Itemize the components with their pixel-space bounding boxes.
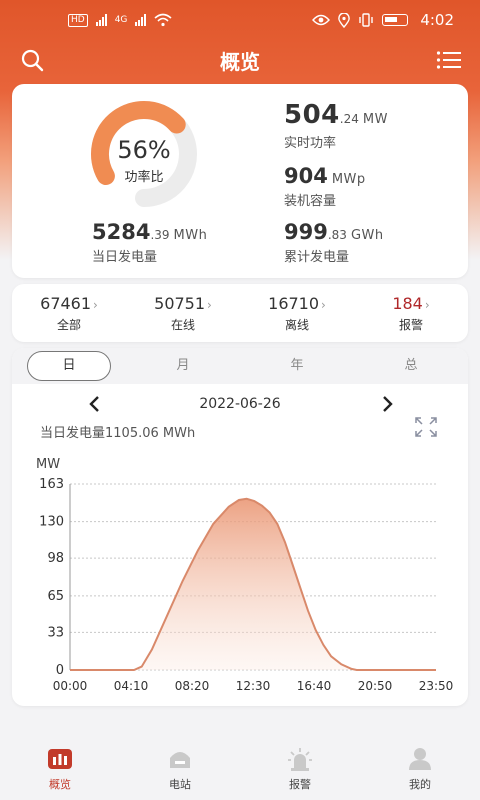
hd-badge: HD [68, 13, 88, 27]
selected-date[interactable]: 2022-06-26 [12, 392, 468, 416]
station-counts-card: 67461 › 全部 50751 › 在线 16710 › 离线 184 › 报警 [12, 284, 468, 342]
count-alarm[interactable]: 184 › 报警 [354, 284, 468, 342]
wifi-icon [154, 13, 172, 27]
total-gen-label: 累计发电量 [284, 250, 350, 265]
page-title: 概览 [220, 49, 260, 74]
realtime-power: 504.24 MW 实时功率 [284, 100, 388, 151]
app-header: 概览 [0, 40, 480, 80]
x-tick-label: 23:50 [419, 679, 454, 693]
x-tick-label: 12:30 [236, 679, 271, 693]
period-tabs: 日 月 年 总 [12, 348, 468, 384]
x-tick-label: 00:00 [53, 679, 88, 693]
count-offline-label: 离线 [284, 318, 309, 332]
installed-capacity: 904 MWp 装机容量 [284, 164, 366, 209]
daily-gen-int: 5284 [92, 220, 151, 244]
total-gen-frac: .83 [327, 228, 347, 242]
realtime-power-int: 504 [284, 100, 340, 130]
nav-profile-label: 我的 [409, 778, 431, 791]
status-bar: HD 4G 4:02 [0, 0, 480, 40]
count-alarm-value: 184 [392, 294, 423, 313]
realtime-power-frac: .24 [339, 112, 359, 126]
realtime-power-label: 实时功率 [284, 136, 337, 151]
y-tick-label: 0 [56, 663, 64, 678]
count-online-label: 在线 [170, 318, 195, 332]
chevron-right-icon: › [207, 298, 212, 312]
alarm-beacon-icon [288, 748, 312, 771]
y-tick-label: 163 [39, 477, 64, 492]
tab-month[interactable]: 月 [126, 348, 240, 384]
vibrate-icon [359, 13, 374, 27]
chevron-right-icon: › [424, 298, 430, 312]
chevron-right-icon[interactable] [378, 394, 396, 414]
capacity-value: 904 [284, 164, 328, 188]
total-generation: 999.83 GWh 累计发电量 [284, 220, 384, 265]
capacity-label: 装机容量 [284, 194, 337, 209]
y-tick-label: 65 [47, 589, 64, 604]
power-ratio-value: 56% [117, 136, 171, 164]
realtime-power-unit: MW [362, 112, 388, 127]
y-axis-label: MW [36, 457, 60, 472]
generation-area-chart: MW 0 33 65 98 130 163 00:00 04:10 08:20 12:30 16:40… [36, 457, 454, 693]
tab-year[interactable]: 年 [240, 348, 354, 384]
bottom-navigation: 概览 电站 报警 我的 [0, 740, 480, 800]
x-tick-label: 08:20 [175, 679, 210, 693]
x-tick-label: 16:40 [297, 679, 332, 693]
count-online[interactable]: 50751 › 在线 [126, 284, 240, 342]
bar-chart-icon [48, 749, 72, 769]
tab-day[interactable]: 日 [12, 348, 126, 384]
daily-gen-frac: .39 [150, 228, 170, 242]
count-alarm-label: 报警 [398, 318, 423, 332]
eye-icon [312, 14, 331, 26]
y-tick-label: 98 [47, 551, 64, 566]
location-icon [338, 12, 351, 28]
x-tick-label: 20:50 [358, 679, 393, 693]
net-type: 4G [114, 15, 128, 25]
daily-gen-label: 当日发电量 [92, 250, 158, 265]
menu-list-icon[interactable] [436, 50, 462, 70]
station-icon [170, 752, 190, 768]
chevron-right-icon: › [321, 298, 326, 312]
power-summary-card[interactable]: 56% 功率比 504.24 MW 实时功率 904 MWp 装机容量 5284.3… [12, 84, 468, 278]
total-gen-int: 999 [284, 220, 328, 244]
nav-alarms[interactable]: 报警 [240, 740, 360, 800]
total-gen-unit: GWh [350, 228, 384, 243]
generation-chart-card: 日 月 年 总 2022-06-26 当日发电量1105.06 MWh MW 0 3… [12, 348, 468, 706]
nav-profile[interactable]: 我的 [360, 740, 480, 800]
count-online-value: 50751 [154, 294, 206, 313]
series-area [70, 498, 436, 670]
user-icon [409, 748, 431, 770]
y-tick-label: 33 [47, 625, 64, 640]
count-all-value: 67461 [40, 294, 92, 313]
tab-day-label: 日 [27, 351, 111, 381]
signal-icon [95, 14, 107, 26]
capacity-unit: MWp [331, 172, 366, 187]
date-selector: 2022-06-26 [12, 392, 468, 416]
day-generation-total: 当日发电量1105.06 MWh [40, 426, 196, 441]
nav-stations[interactable]: 电站 [120, 740, 240, 800]
y-tick-label: 130 [39, 515, 64, 530]
daily-gen-unit: MWh [173, 228, 208, 243]
count-all-label: 全部 [56, 318, 81, 332]
chevron-right-icon: › [93, 298, 98, 312]
nav-alarms-label: 报警 [289, 778, 311, 791]
nav-overview-label: 概览 [49, 778, 71, 791]
search-icon[interactable] [20, 48, 44, 72]
tab-total[interactable]: 总 [354, 348, 468, 384]
battery-icon [382, 14, 409, 26]
count-offline[interactable]: 16710 › 离线 [240, 284, 354, 342]
signal-icon-2 [135, 14, 147, 26]
nav-overview[interactable]: 概览 [0, 740, 120, 800]
count-all[interactable]: 67461 › 全部 [12, 284, 126, 342]
nav-stations-label: 电站 [169, 778, 191, 791]
power-ratio-label: 功率比 [124, 170, 164, 185]
daily-generation: 5284.39 MWh 当日发电量 [92, 220, 207, 265]
fullscreen-icon[interactable] [414, 416, 438, 438]
clock: 4:02 [420, 11, 454, 29]
count-offline-value: 16710 [268, 294, 320, 313]
x-tick-label: 04:10 [114, 679, 149, 693]
